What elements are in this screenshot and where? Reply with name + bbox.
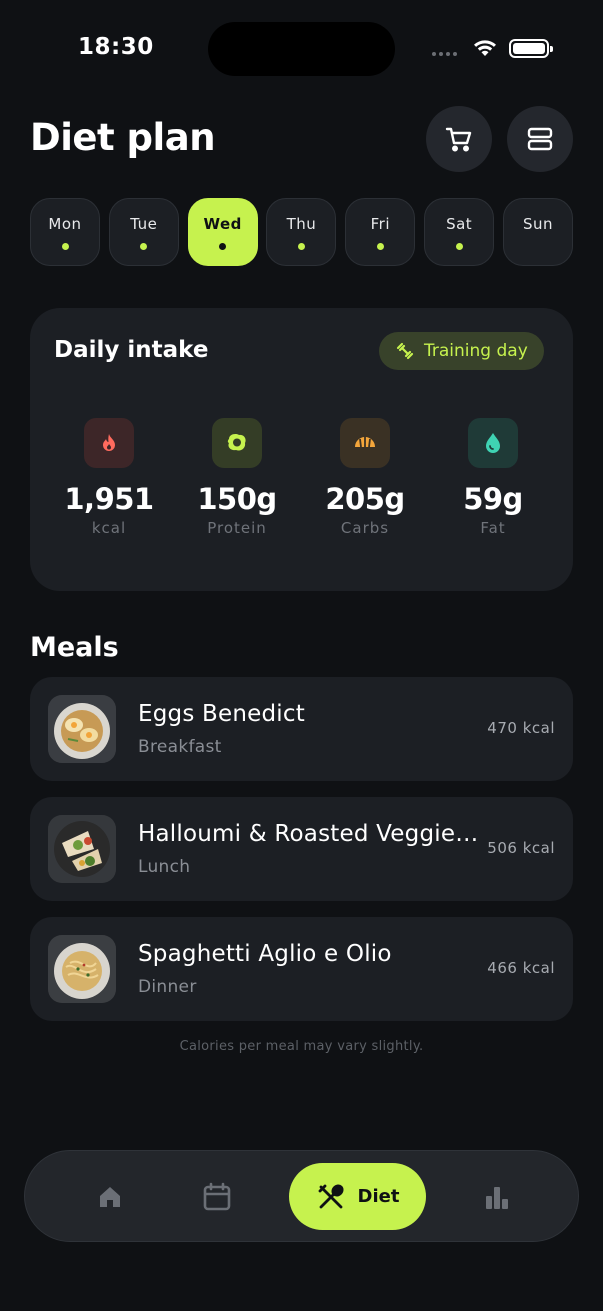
macro-label: Fat: [480, 519, 506, 537]
day-label: Fri: [370, 215, 390, 233]
training-day-label: Training day: [424, 341, 528, 361]
meal-card-dinner[interactable]: Spaghetti Aglio e Olio Dinner 466 kcal: [30, 917, 573, 1021]
day-indicator-dot: [219, 243, 227, 250]
meals-title: Meals: [30, 632, 119, 663]
nav-diet-label: Diet: [357, 1186, 400, 1207]
wifi-icon: [474, 40, 496, 56]
day-label: Mon: [48, 215, 82, 233]
meal-image: [48, 695, 116, 763]
list-layout-icon: [527, 127, 553, 151]
day-fri[interactable]: Fri: [345, 198, 416, 266]
day-indicator-dot: [376, 243, 384, 250]
meal-image: [48, 815, 116, 883]
macro-protein: 150g Protein: [172, 418, 302, 537]
meal-name: Halloumi & Roasted Veggie Wrap: [138, 821, 483, 847]
training-day-badge[interactable]: Training day: [379, 332, 544, 370]
day-tue[interactable]: Tue: [108, 198, 179, 266]
cellular-signal-icon: [432, 52, 457, 56]
intake-title: Daily intake: [54, 337, 209, 363]
macro-carbs: 205g Carbs: [300, 418, 430, 537]
day-selector: Mon Tue Wed Thu Fri Sat Sun: [30, 198, 573, 266]
day-indicator-dot: [140, 243, 148, 250]
day-indicator-dot: [534, 243, 541, 250]
meal-kcal: 466 kcal: [487, 959, 555, 977]
dumbbell-icon: [396, 342, 414, 360]
day-wed[interactable]: Wed: [187, 198, 258, 266]
meal-name: Eggs Benedict: [138, 701, 305, 727]
status-time: 18:30: [78, 34, 154, 60]
meal-type: Lunch: [138, 857, 191, 877]
drop-icon: [468, 418, 518, 468]
macro-label: Carbs: [340, 519, 390, 537]
day-mon[interactable]: Mon: [30, 198, 100, 266]
macro-value: 205g: [325, 482, 405, 516]
calendar-icon: [203, 1182, 231, 1211]
egg-icon: [212, 418, 262, 468]
day-label: Thu: [286, 215, 317, 233]
calories-footnote: Calories per meal may vary slightly.: [179, 1039, 424, 1054]
cart-icon: [445, 127, 472, 152]
nav-home[interactable]: [80, 1151, 140, 1243]
day-label: Tue: [130, 215, 158, 233]
meal-type: Dinner: [138, 977, 197, 997]
macro-fat: 59g Fat: [428, 418, 558, 537]
macro-value: 1,951: [64, 482, 154, 516]
meal-name: Spaghetti Aglio e Olio: [138, 941, 392, 967]
macro-value: 150g: [197, 482, 277, 516]
layout-toggle-button[interactable]: [507, 106, 573, 172]
diet-icon: [318, 1183, 344, 1208]
daily-intake-card: Daily intake Training day 1,951 kcal 150g P…: [30, 308, 573, 591]
meal-card-breakfast[interactable]: Eggs Benedict Breakfast 470 kcal: [30, 677, 573, 781]
stats-icon: [486, 1187, 508, 1209]
meal-kcal: 506 kcal: [487, 839, 555, 857]
day-indicator-dot: [61, 243, 69, 250]
macro-value: 59g: [463, 482, 523, 516]
nav-calendar[interactable]: [187, 1151, 247, 1243]
day-indicator-dot: [455, 243, 463, 250]
dynamic-island: [208, 22, 395, 76]
meal-image: [48, 935, 116, 1003]
day-label: Sun: [522, 215, 553, 233]
croissant-icon: [340, 418, 390, 468]
day-sat[interactable]: Sat: [424, 198, 495, 266]
cart-button[interactable]: [426, 106, 492, 172]
macro-label: kcal: [91, 519, 127, 537]
day-label: Wed: [203, 215, 242, 233]
meal-type: Breakfast: [138, 737, 222, 757]
page-title: Diet plan: [30, 116, 216, 159]
status-bar: 18:30: [0, 0, 603, 96]
day-sun[interactable]: Sun: [502, 198, 573, 266]
macro-label: Protein: [207, 519, 267, 537]
nav-diet[interactable]: Diet: [289, 1163, 426, 1230]
bottom-navigation: Diet: [24, 1150, 579, 1242]
day-thu[interactable]: Thu: [266, 198, 337, 266]
day-indicator-dot: [297, 243, 305, 250]
nav-stats[interactable]: [467, 1151, 527, 1243]
macro-kcal: 1,951 kcal: [44, 418, 174, 537]
flame-icon: [84, 418, 134, 468]
meal-card-lunch[interactable]: Halloumi & Roasted Veggie Wrap Lunch 506 k…: [30, 797, 573, 901]
day-label: Sat: [446, 215, 473, 233]
home-icon: [100, 1187, 120, 1207]
meal-kcal: 470 kcal: [487, 719, 555, 737]
battery-icon: [509, 39, 553, 58]
